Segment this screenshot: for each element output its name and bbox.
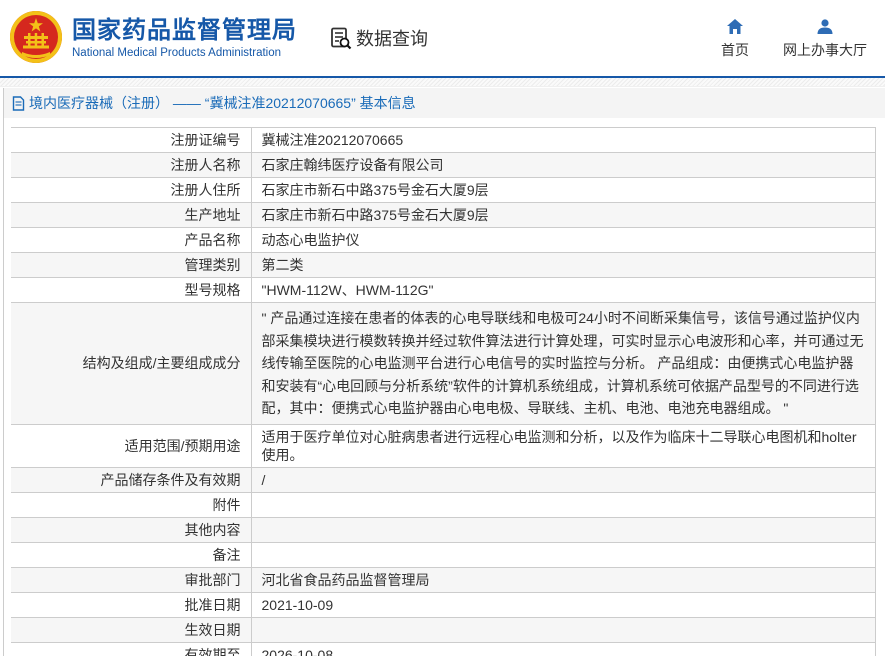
table-row: 注册证编号 冀械注准20212070665 <box>11 127 876 153</box>
nav-home-label: 首页 <box>721 41 749 58</box>
document-icon <box>12 95 25 111</box>
row-label: 有效期至 <box>11 641 252 656</box>
nav-service-hall-label: 网上办事大厅 <box>783 41 867 58</box>
row-value: 2021-10-09 <box>250 591 876 618</box>
org-title-en: National Medical Products Administration <box>72 47 282 59</box>
table-row: 批准日期 2021-10-09 <box>11 591 876 618</box>
table-row: 备注 <box>11 541 876 568</box>
org-title-cn: 国家药品监督管理局 <box>72 17 297 44</box>
table-row: 有效期至 2026-10-08 <box>11 641 876 656</box>
row-value: 冀械注准20212070665 <box>250 127 876 153</box>
row-label: 注册证编号 <box>11 127 252 153</box>
table-row: 注册人名称 石家庄翰纬医疗设备有限公司 <box>11 152 876 178</box>
row-value: "HWM-112W、HWM-112G" <box>250 277 876 303</box>
table-row: 审批部门 河北省食品药品监督管理局 <box>11 566 876 593</box>
page: 国家药品监督管理局 National Medical Products Admi… <box>0 0 885 656</box>
row-label: 生产地址 <box>11 202 252 228</box>
nav-service-hall[interactable]: 网上办事大厅 <box>783 17 867 60</box>
row-value: 动态心电监护仪 <box>250 227 876 253</box>
row-label: 结构及组成/主要组成成分 <box>11 302 252 425</box>
nmpa-logo-icon <box>10 11 62 63</box>
row-value: 2026-10-08 <box>250 641 876 656</box>
row-label: 产品储存条件及有效期 <box>11 466 252 493</box>
row-value <box>250 616 876 643</box>
table-row: 其他内容 <box>11 516 876 543</box>
site-header: 国家药品监督管理局 National Medical Products Admi… <box>0 0 885 76</box>
logo-group[interactable]: 国家药品监督管理局 National Medical Products Admi… <box>8 10 297 66</box>
row-value: 石家庄市新石中路375号金石大厦9层 <box>250 202 876 228</box>
row-value: 石家庄翰纬医疗设备有限公司 <box>250 152 876 178</box>
table-row: 生产地址 石家庄市新石中路375号金石大厦9层 <box>11 202 876 228</box>
table-row: 附件 <box>11 491 876 518</box>
data-query-link[interactable]: 数据查询 <box>329 25 428 51</box>
row-label: 注册人名称 <box>11 152 252 178</box>
content-area: 境内医疗器械（注册） —— “冀械注准20212070665” 基本信息 注册证… <box>3 88 885 656</box>
row-value <box>250 541 876 568</box>
row-label: 审批部门 <box>11 566 252 593</box>
org-names: 国家药品监督管理局 National Medical Products Admi… <box>72 17 297 59</box>
row-label: 生效日期 <box>11 616 252 643</box>
row-value: 石家庄市新石中路375号金石大厦9层 <box>250 177 876 203</box>
row-value: 河北省食品药品监督管理局 <box>250 566 876 593</box>
data-query-label: 数据查询 <box>356 29 428 49</box>
nav-home[interactable]: 首页 <box>721 17 749 60</box>
table-row: 适用范围/预期用途 适用于医疗单位对心脏病患者进行远程心电监测和分析，以及作为临… <box>11 423 876 468</box>
table-row: 生效日期 <box>11 616 876 643</box>
row-value: " 产品通过连接在患者的体表的心电导联线和电极可24小时不间断采集信号，该信号通… <box>250 302 876 425</box>
info-table: 注册证编号 冀械注准20212070665 注册人名称 石家庄翰纬医疗设备有限公… <box>11 127 876 656</box>
hatch-strip <box>0 78 885 87</box>
row-label: 批准日期 <box>11 591 252 618</box>
row-label: 型号规格 <box>11 277 252 303</box>
breadcrumb-text: 境内医疗器械（注册） —— “冀械注准20212070665” 基本信息 <box>29 95 416 111</box>
document-search-icon <box>331 27 352 50</box>
row-value <box>250 516 876 543</box>
header-nav: 首页 网上办事大厅 <box>721 17 873 60</box>
table-row: 型号规格 "HWM-112W、HWM-112G" <box>11 277 876 303</box>
row-label: 管理类别 <box>11 252 252 278</box>
row-label: 注册人住所 <box>11 177 252 203</box>
home-icon <box>727 18 743 34</box>
row-value <box>250 491 876 518</box>
user-icon <box>817 18 833 34</box>
breadcrumb: 境内医疗器械（注册） —— “冀械注准20212070665” 基本信息 <box>4 88 885 118</box>
table-row: 产品名称 动态心电监护仪 <box>11 227 876 253</box>
table-row: 产品储存条件及有效期 / <box>11 466 876 493</box>
table-row: 结构及组成/主要组成成分 " 产品通过连接在患者的体表的心电导联线和电极可24小… <box>11 302 876 425</box>
table-row: 管理类别 第二类 <box>11 252 876 278</box>
row-label: 其他内容 <box>11 516 252 543</box>
row-label: 备注 <box>11 541 252 568</box>
row-label: 适用范围/预期用途 <box>11 423 252 468</box>
row-label: 附件 <box>11 491 252 518</box>
row-value: 适用于医疗单位对心脏病患者进行远程心电监测和分析，以及作为临床十二导联心电图机和… <box>250 423 876 468</box>
row-value: / <box>250 466 876 493</box>
row-label: 产品名称 <box>11 227 252 253</box>
table-row: 注册人住所 石家庄市新石中路375号金石大厦9层 <box>11 177 876 203</box>
row-value: 第二类 <box>250 252 876 278</box>
